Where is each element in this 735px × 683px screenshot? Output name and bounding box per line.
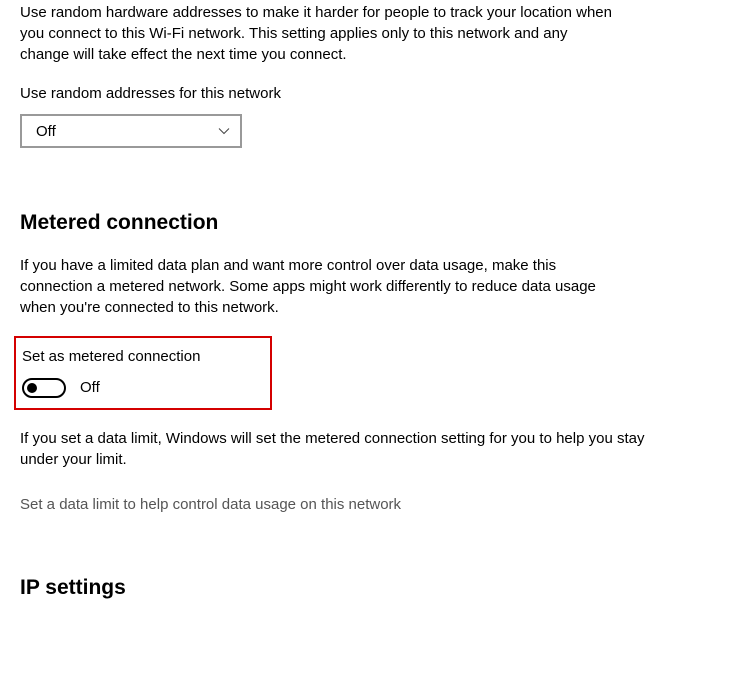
random-hw-dropdown[interactable]: Off	[20, 114, 242, 148]
data-limit-link[interactable]: Set a data limit to help control data us…	[20, 494, 715, 515]
metered-toggle[interactable]	[22, 378, 66, 398]
random-hw-label: Use random addresses for this network	[20, 83, 715, 104]
toggle-knob-icon	[27, 383, 37, 393]
chevron-down-icon	[218, 125, 230, 137]
random-hw-description: Use random hardware addresses to make it…	[20, 2, 620, 65]
metered-helper-text: If you set a data limit, Windows will se…	[20, 428, 670, 470]
metered-heading: Metered connection	[20, 208, 715, 237]
random-hw-dropdown-value: Off	[36, 121, 56, 142]
metered-highlight: Set as metered connection Off	[14, 336, 272, 410]
ip-settings-heading: IP settings	[20, 573, 715, 602]
metered-toggle-label: Set as metered connection	[20, 346, 260, 367]
metered-toggle-state: Off	[80, 377, 100, 398]
metered-description: If you have a limited data plan and want…	[20, 255, 620, 318]
metered-toggle-row: Off	[20, 377, 260, 398]
